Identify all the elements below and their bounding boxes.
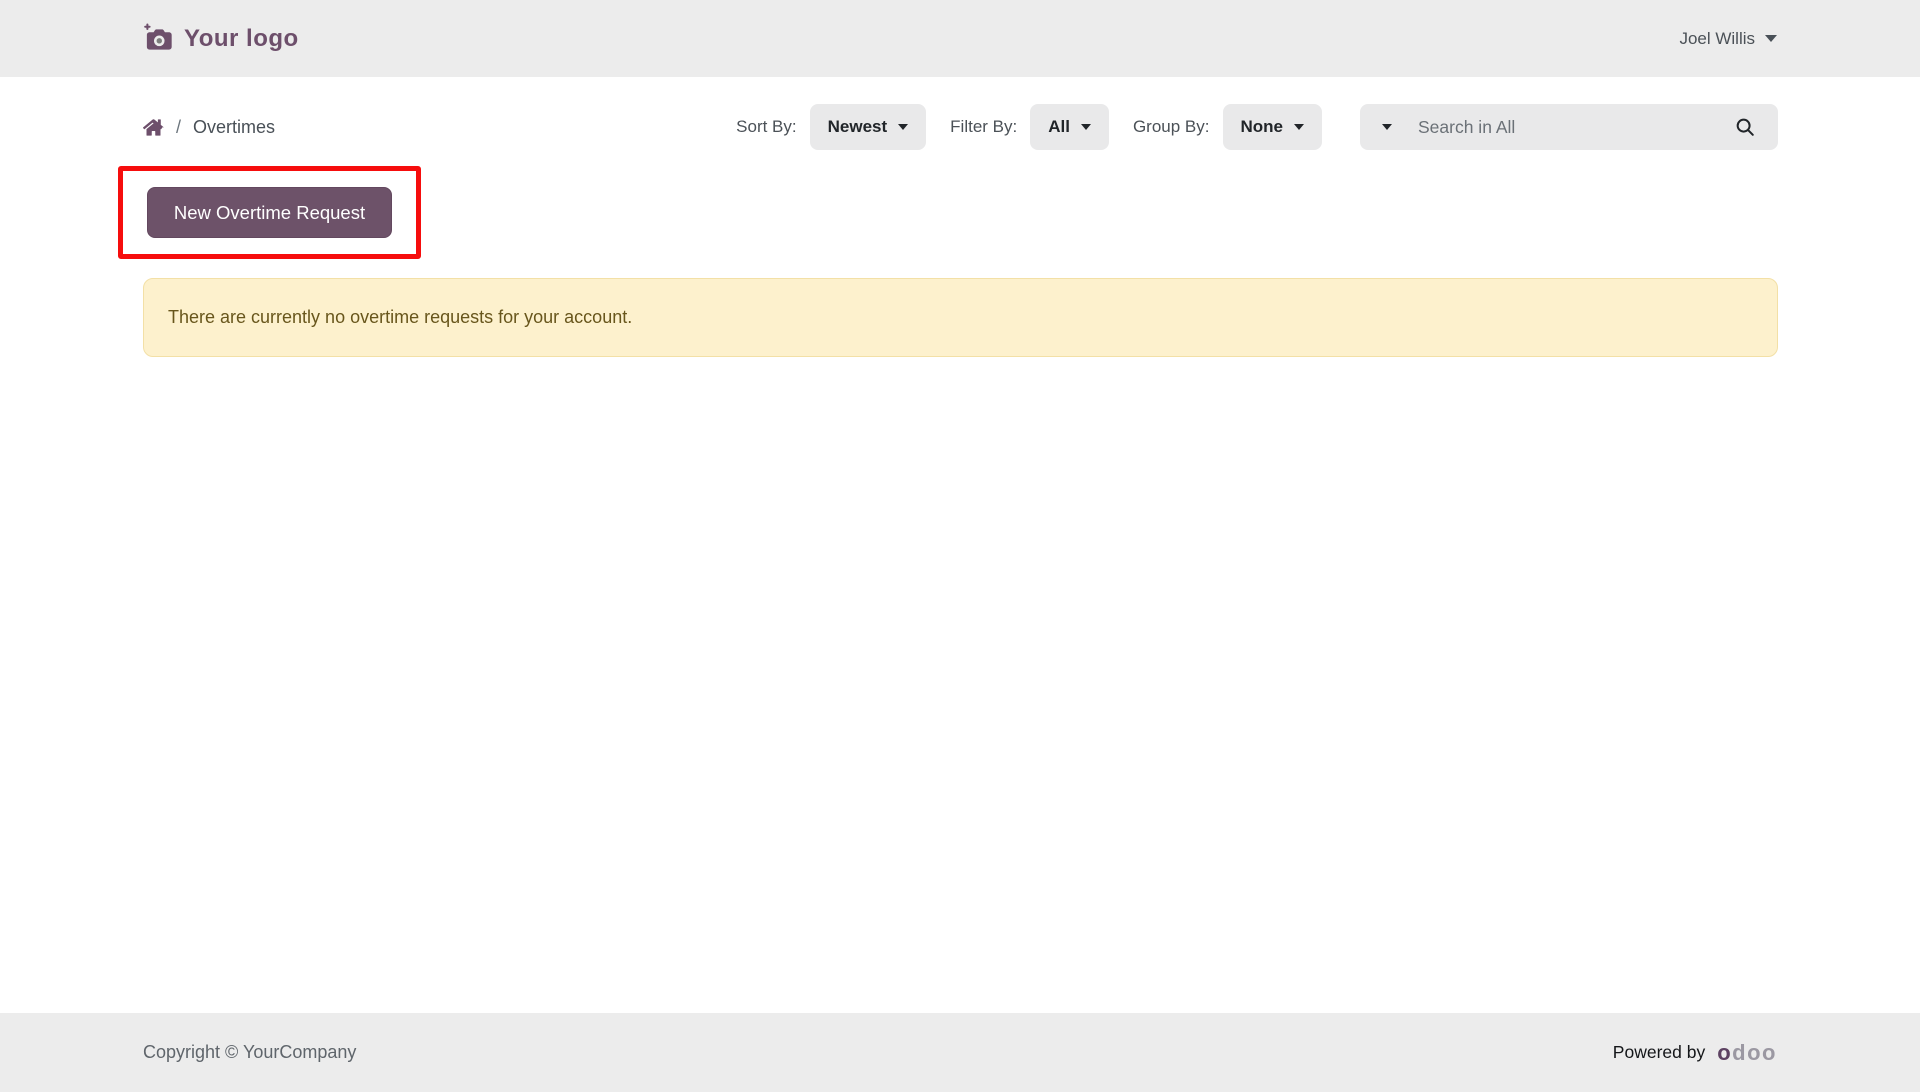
search-input[interactable] xyxy=(1418,116,1732,138)
group-by-value: None xyxy=(1240,117,1284,136)
empty-state-message: There are currently no overtime requests… xyxy=(168,307,633,327)
camera-icon xyxy=(143,23,174,54)
breadcrumb: / Overtimes xyxy=(143,117,275,138)
toolbar: / Overtimes Sort By: Newest Filter By: A… xyxy=(143,104,1778,150)
search-scope-dropdown[interactable] xyxy=(1380,120,1394,134)
empty-state-alert: There are currently no overtime requests… xyxy=(143,278,1778,357)
chevron-down-icon xyxy=(1765,35,1777,42)
portal-page: Your logo Joel Willis / Overtimes Sort B… xyxy=(0,0,1920,1092)
sort-by-label: Sort By: xyxy=(736,117,797,136)
logo-text: Your logo xyxy=(184,24,299,52)
search-bar xyxy=(1360,104,1778,150)
new-overtime-request-button[interactable]: New Overtime Request xyxy=(146,187,393,238)
home-icon xyxy=(143,118,164,137)
filter-controls: Sort By: Newest Filter By: All Group By:… xyxy=(736,104,1778,150)
copyright-text: Copyright © YourCompany xyxy=(143,1042,357,1062)
chevron-down-icon xyxy=(1382,124,1392,130)
odoo-logo[interactable]: odoo xyxy=(1717,1041,1777,1064)
group-by-dropdown[interactable]: None xyxy=(1222,104,1322,150)
filter-by-label: Filter By: xyxy=(950,117,1018,136)
powered-by-label: Powered by xyxy=(1612,1042,1706,1062)
user-menu[interactable]: Joel Willis xyxy=(1679,29,1777,49)
chevron-down-icon xyxy=(898,124,909,130)
filter-by-value: All xyxy=(1048,117,1070,136)
annotation-highlight-rect: New Overtime Request xyxy=(118,166,421,259)
powered-by: Powered by odoo xyxy=(1612,1041,1777,1064)
sort-by-dropdown[interactable]: Newest xyxy=(809,104,927,150)
group-by-label: Group By: xyxy=(1132,117,1210,136)
chevron-down-icon xyxy=(1080,124,1091,130)
search-icon xyxy=(1734,116,1756,138)
footer-bar: Copyright © YourCompany Powered by odoo xyxy=(0,1013,1920,1092)
breadcrumb-separator: / xyxy=(176,116,182,137)
logo-link[interactable]: Your logo xyxy=(143,23,299,54)
filter-by-dropdown[interactable]: All xyxy=(1030,104,1109,150)
search-button[interactable] xyxy=(1732,114,1758,140)
breadcrumb-current: Overtimes xyxy=(193,116,276,137)
chevron-down-icon xyxy=(1294,124,1304,130)
home-breadcrumb-link[interactable] xyxy=(143,118,164,137)
header-bar: Your logo Joel Willis xyxy=(0,0,1920,77)
user-name: Joel Willis xyxy=(1679,28,1755,48)
sort-by-value: Newest xyxy=(827,117,888,136)
